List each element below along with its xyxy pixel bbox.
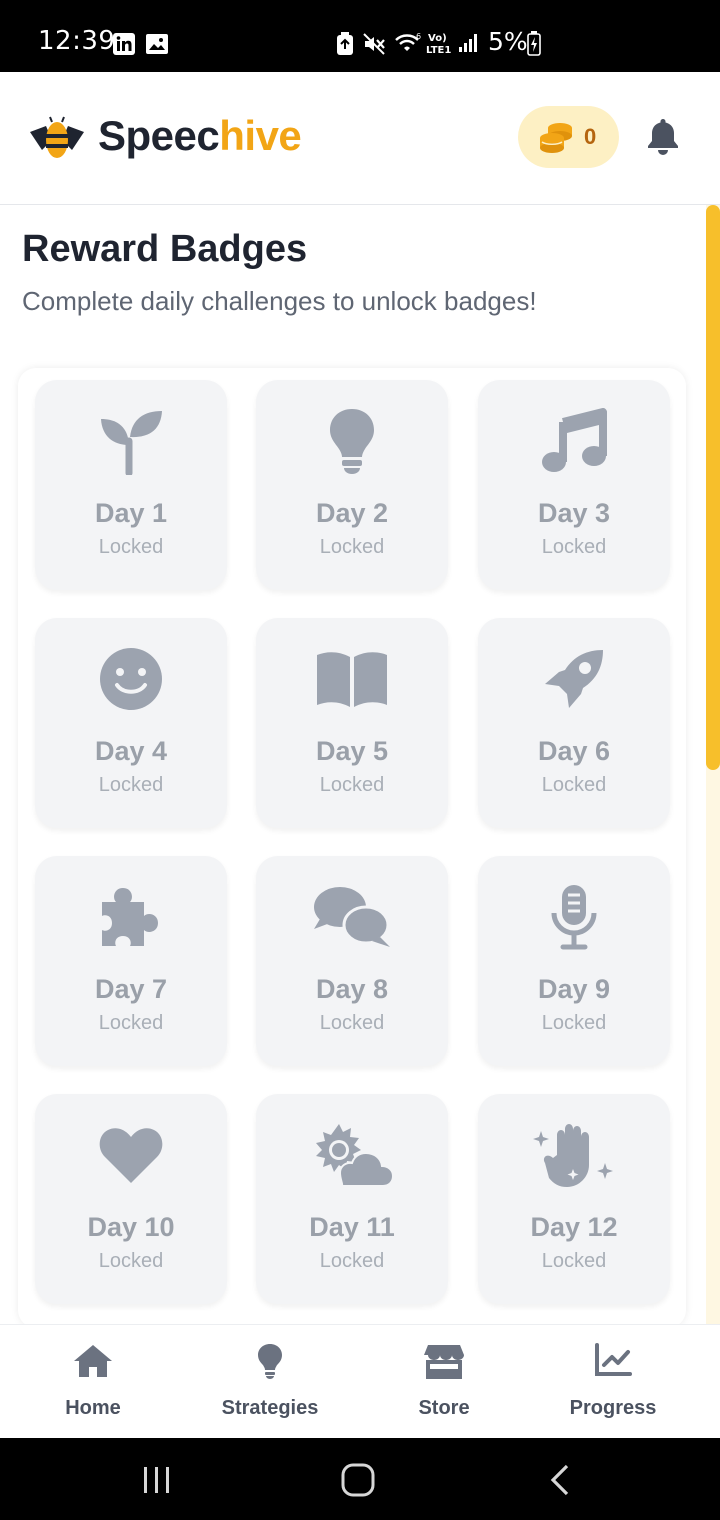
brand-name: Speechive (98, 112, 302, 160)
scrollbar[interactable] (706, 205, 720, 1325)
linkedin-icon (113, 33, 135, 55)
badge-status: Locked (319, 1250, 385, 1272)
microphone-icon (551, 885, 597, 950)
system-navigation-bar (0, 1438, 720, 1520)
badge-status: Locked (319, 774, 385, 796)
svg-text:6: 6 (416, 32, 421, 41)
badge-day-12[interactable]: Day 12 Locked (478, 1094, 670, 1304)
page-title: Reward Badges (22, 228, 308, 270)
home-icon (74, 1345, 112, 1377)
badge-day-label: Day 7 (94, 974, 168, 1004)
back-icon[interactable] (548, 1464, 572, 1496)
bell-icon[interactable] (645, 117, 681, 155)
home-button-icon[interactable] (340, 1463, 376, 1497)
coins-icon (540, 123, 572, 153)
badge-day-5[interactable]: Day 5 Locked (256, 618, 448, 828)
badge-day-label: Day 6 (537, 736, 611, 766)
badge-status: Locked (541, 1250, 607, 1272)
badge-status: Locked (319, 1012, 385, 1034)
badge-day-3[interactable]: Day 3 Locked (478, 380, 670, 590)
recent-apps-icon[interactable] (140, 1466, 174, 1494)
store-icon (424, 1345, 464, 1379)
badge-grid-panel: Day 1 Locked Day 2 Locked Day 3 Locked D… (18, 368, 686, 1328)
volte-icon: Vo) LTE1 (426, 33, 451, 56)
heart-icon (99, 1128, 163, 1183)
badge-day-label: Day 2 (315, 498, 389, 528)
badge-status: Locked (98, 1012, 164, 1034)
badge-day-label: Day 1 (94, 498, 168, 528)
page-subtitle: Complete daily challenges to unlock badg… (22, 286, 537, 316)
status-time: 12:39 (38, 26, 116, 56)
status-bar: 12:39 6 Vo) LTE1 5% (0, 0, 720, 72)
nav-label: Progress (569, 1397, 657, 1419)
badge-day-10[interactable]: Day 10 Locked (35, 1094, 227, 1304)
battery-saver-icon (337, 32, 353, 55)
seedling-icon (101, 411, 162, 475)
open-book-icon (317, 652, 387, 707)
badge-day-label: Day 12 (530, 1212, 618, 1242)
svg-text:Vo): Vo) (428, 33, 447, 44)
badge-day-label: Day 5 (315, 736, 389, 766)
nav-progress[interactable]: Progress (533, 1325, 693, 1439)
mute-icon (363, 33, 385, 55)
badge-day-label: Day 4 (94, 736, 168, 766)
badge-day-7[interactable]: Day 7 Locked (35, 856, 227, 1066)
badge-day-1[interactable]: Day 1 Locked (35, 380, 227, 590)
badge-day-2[interactable]: Day 2 Locked (256, 380, 448, 590)
chart-line-icon (595, 1343, 632, 1376)
bee-logo-icon[interactable] (28, 116, 86, 162)
rocket-icon (545, 650, 603, 708)
badge-status: Locked (541, 774, 607, 796)
app-header: Speechive 0 (0, 72, 720, 205)
puzzle-icon (102, 888, 158, 946)
wifi-icon: 6 (395, 32, 421, 51)
badge-status: Locked (98, 1250, 164, 1272)
brand-name-part1: Speec (98, 112, 220, 159)
badge-status: Locked (541, 1012, 607, 1034)
badge-day-label: Day 8 (315, 974, 389, 1004)
badge-day-8[interactable]: Day 8 Locked (256, 856, 448, 1066)
bottom-navigation: Home Strategies Store Progress (0, 1324, 720, 1438)
coin-count: 0 (584, 124, 597, 149)
badge-day-9[interactable]: Day 9 Locked (478, 856, 670, 1066)
badge-status: Locked (319, 536, 385, 558)
nav-label: Strategies (221, 1397, 319, 1419)
music-note-icon (542, 408, 607, 472)
battery-percent: 5% (488, 27, 528, 56)
signal-icon (459, 34, 477, 52)
nav-store[interactable]: Store (364, 1325, 524, 1439)
nav-label: Home (65, 1397, 121, 1419)
nav-label: Store (418, 1397, 470, 1419)
gallery-icon (146, 34, 168, 54)
lightbulb-icon (258, 1344, 282, 1379)
badge-day-label: Day 11 (309, 1212, 395, 1242)
badge-status: Locked (98, 774, 164, 796)
smiley-icon (100, 648, 162, 710)
lightbulb-icon (330, 409, 374, 474)
chat-bubbles-icon (314, 887, 390, 947)
svg-text:LTE1: LTE1 (426, 45, 451, 56)
badge-day-label: Day 9 (537, 974, 611, 1004)
sparkle-hand-icon (533, 1124, 613, 1187)
coin-balance-button[interactable]: 0 (518, 106, 619, 168)
badge-status: Locked (541, 536, 607, 558)
sun-cloud-icon (316, 1124, 393, 1187)
badge-day-label: Day 3 (537, 498, 611, 528)
badge-day-4[interactable]: Day 4 Locked (35, 618, 227, 828)
brand-name-part2: hive (219, 112, 302, 159)
badge-day-label: Day 10 (87, 1212, 175, 1242)
badge-day-6[interactable]: Day 6 Locked (478, 618, 670, 828)
nav-strategies[interactable]: Strategies (190, 1325, 350, 1439)
battery-charging-icon (527, 31, 541, 56)
nav-home[interactable]: Home (13, 1325, 173, 1439)
badge-day-11[interactable]: Day 11 Locked (256, 1094, 448, 1304)
badge-status: Locked (98, 536, 164, 558)
scrollbar-thumb[interactable] (706, 205, 720, 770)
